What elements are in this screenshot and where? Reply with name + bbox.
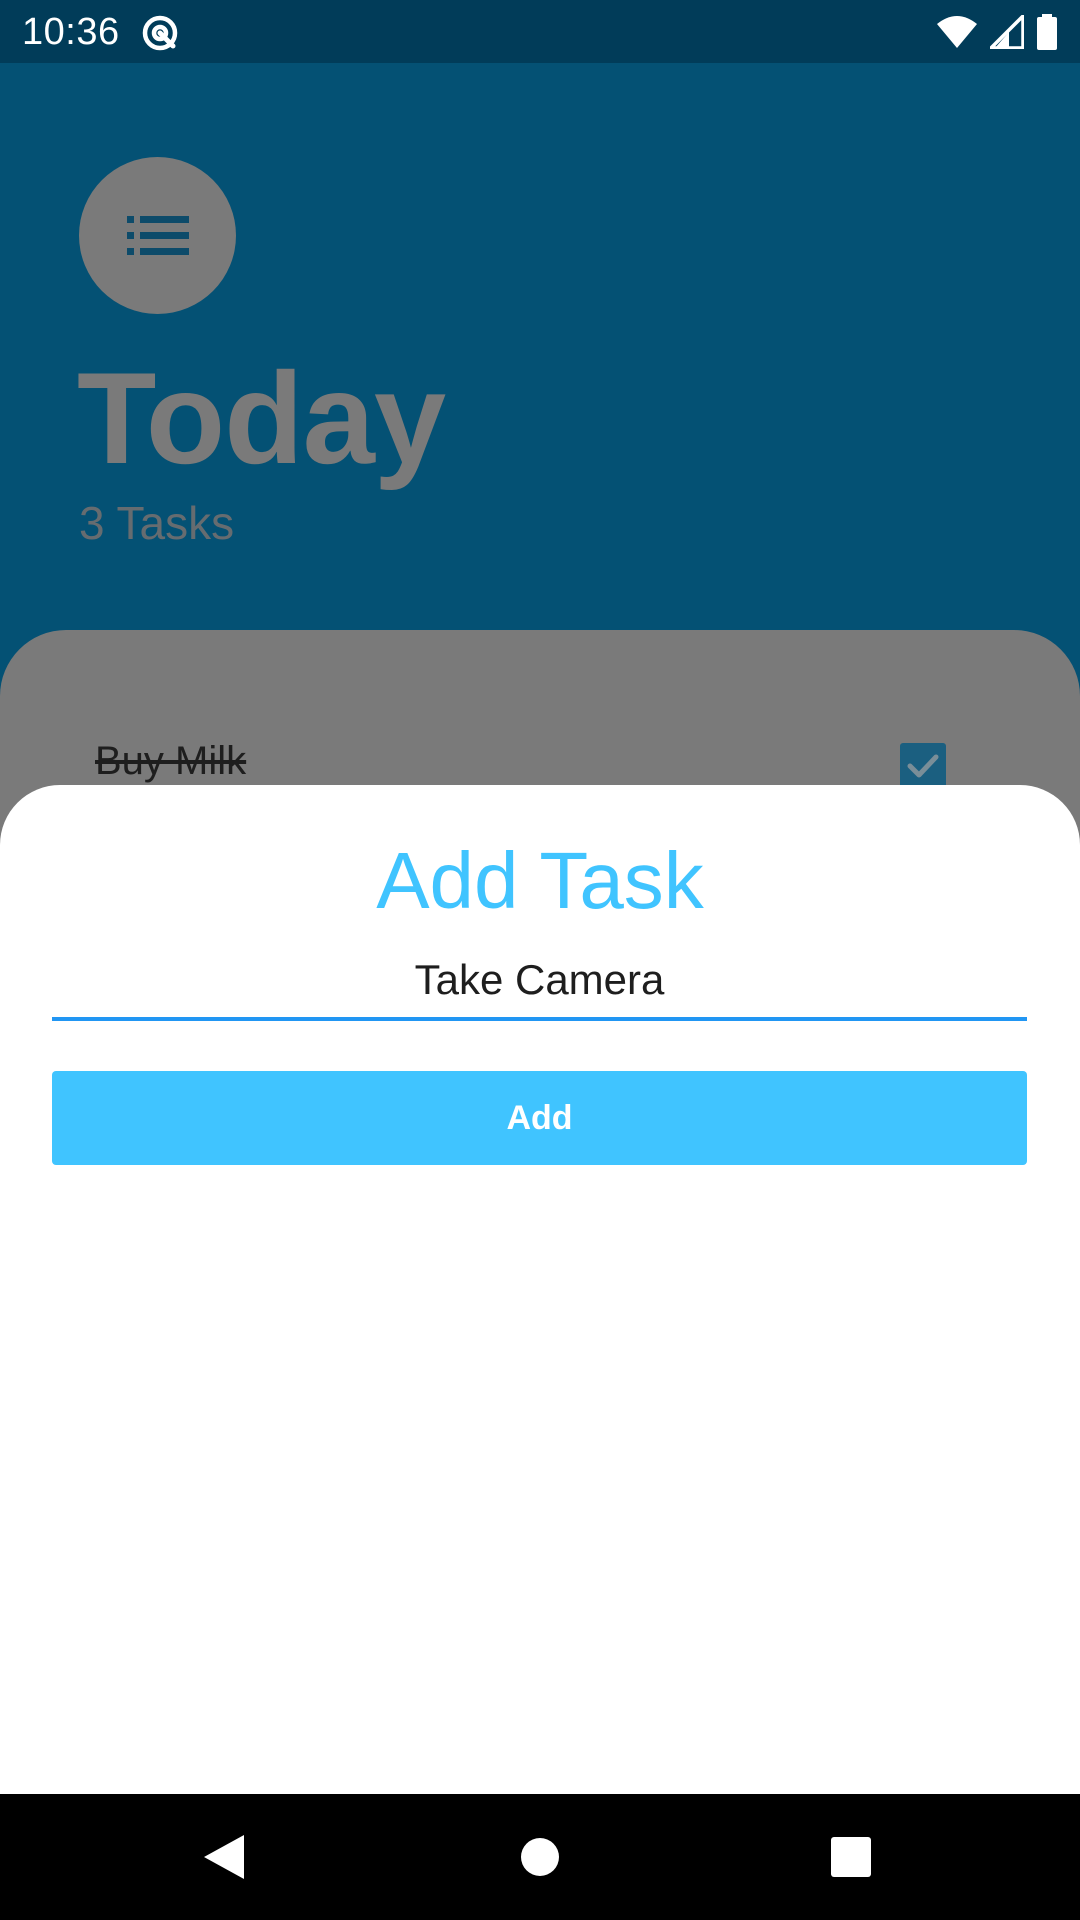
task-count: 3 Tasks: [79, 497, 235, 549]
page-title: Today: [77, 345, 446, 491]
task-item-checkbox[interactable]: [900, 743, 946, 789]
recents-button[interactable]: [815, 1821, 887, 1893]
list-icon: [126, 215, 189, 255]
screen: 10:36 Today 3 Tasks Buy Milk Add Task Ta…: [0, 0, 1080, 1920]
status-bar: 10:36: [0, 0, 1080, 63]
navigation-bar: [0, 1794, 1080, 1920]
status-icons: [936, 13, 1058, 51]
recents-icon: [831, 1837, 871, 1877]
at-sign-icon: [142, 15, 178, 51]
task-input[interactable]: [52, 943, 1027, 1021]
add-button[interactable]: Add: [52, 1071, 1027, 1165]
wifi-icon: [937, 16, 977, 48]
checkmark-icon: [907, 754, 939, 778]
home-icon: [521, 1838, 559, 1876]
signal-icon: [990, 15, 1024, 49]
home-button[interactable]: [504, 1821, 576, 1893]
add-task-sheet: Add Task Add: [0, 785, 1080, 1794]
back-icon: [204, 1835, 244, 1879]
battery-icon: [1037, 14, 1057, 50]
list-avatar: [79, 157, 236, 314]
status-time: 10:36: [22, 11, 120, 53]
back-button[interactable]: [188, 1821, 260, 1893]
sheet-title: Add Task: [376, 836, 704, 925]
task-item-label[interactable]: Buy Milk: [95, 736, 246, 786]
